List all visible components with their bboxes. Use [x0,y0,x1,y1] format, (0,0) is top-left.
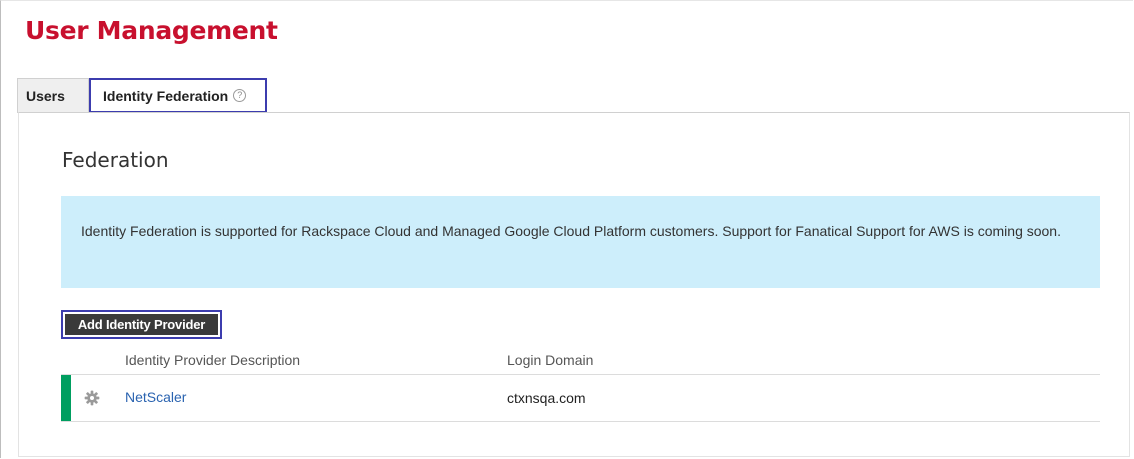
provider-name-link[interactable]: NetScaler [125,389,186,405]
tab-users-label: Users [26,88,65,104]
table-row-divider [61,374,1100,375]
tab-identity-federation-label: Identity Federation [103,87,229,104]
status-indicator [61,375,71,421]
table-row-divider [61,421,1100,422]
tab-identity-federation[interactable]: Identity Federation ? [89,78,267,113]
gear-icon[interactable] [84,390,100,406]
column-header-description: Identity Provider Description [125,352,301,368]
tab-users[interactable]: Users [17,78,89,113]
add-identity-provider-label: Add Identity Provider [65,314,218,335]
section-title: Federation [62,148,169,172]
add-identity-provider-button[interactable]: Add Identity Provider [61,310,222,339]
tab-bar: Users Identity Federation ? [17,78,267,113]
provider-login-domain: ctxnsqa.com [507,390,586,406]
info-notice-text: Identity Federation is supported for Rac… [81,223,1061,239]
column-header-login-domain: Login Domain [507,352,594,368]
page-title: User Management [25,16,278,45]
question-circle-icon[interactable]: ? [233,89,247,102]
info-notice: Identity Federation is supported for Rac… [61,196,1100,288]
